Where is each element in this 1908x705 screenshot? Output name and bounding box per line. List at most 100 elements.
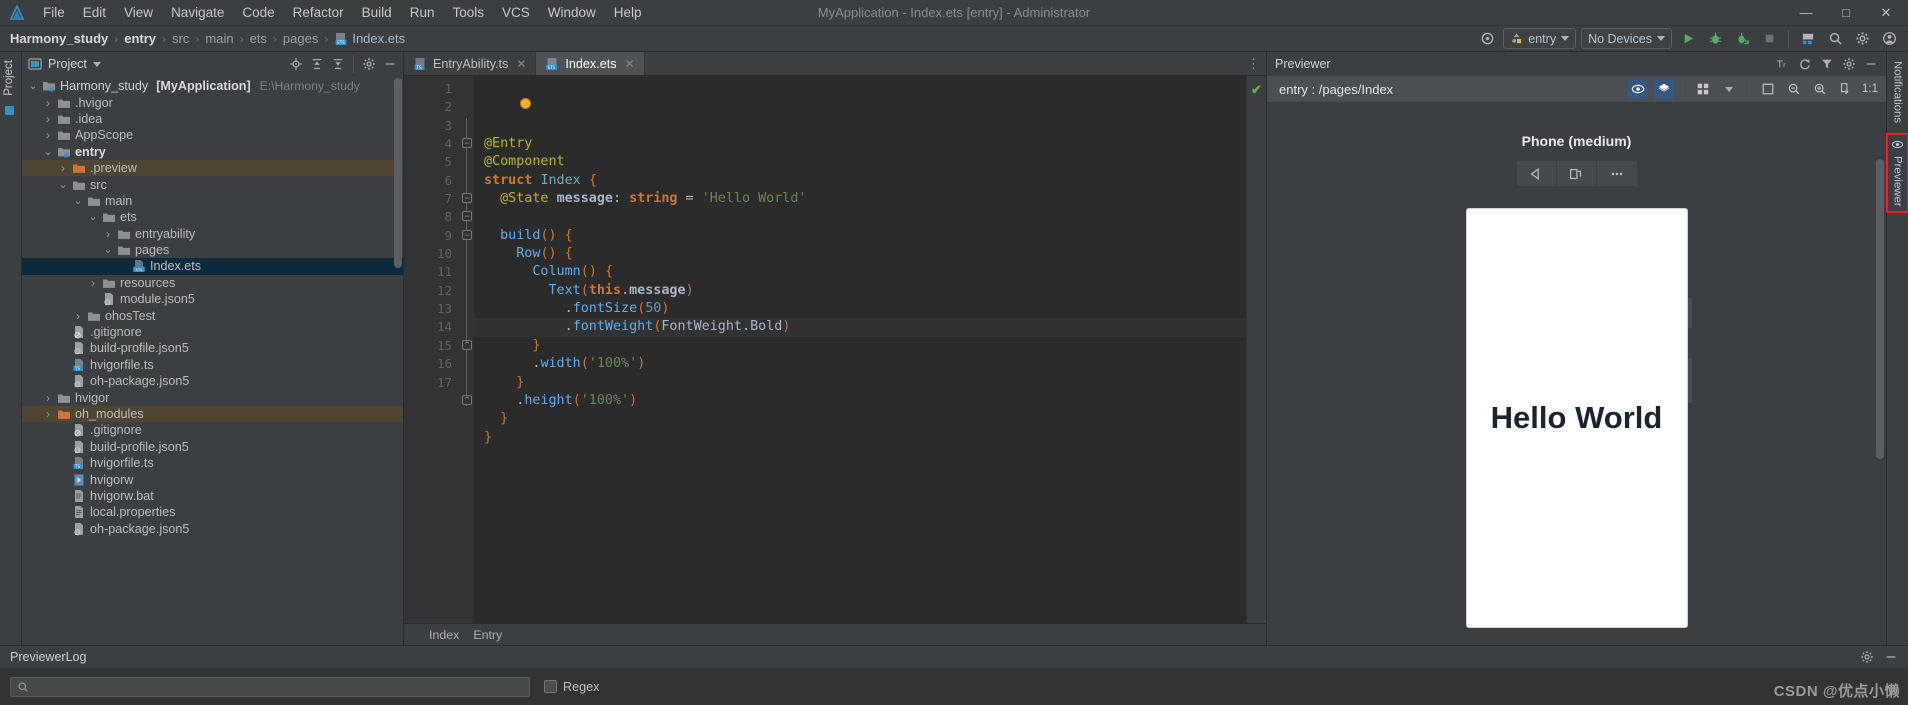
tree-node-module-json5[interactable]: {} module.json5 (22, 291, 403, 307)
notifications-tab[interactable]: Notifications (1887, 52, 1908, 128)
tree-node-harmony-study[interactable]: ⌄ Harmony_study [MyApplication] E:\Harmony_… (22, 78, 403, 94)
breadcrumb-item-main[interactable]: main (201, 30, 237, 47)
gear-icon[interactable] (360, 55, 378, 73)
maximize-button[interactable]: □ (1826, 0, 1866, 25)
tree-node-build-profile-json5[interactable]: {} build-profile.json5 (22, 439, 403, 455)
chevron-down-icon[interactable]: ⌄ (58, 179, 68, 190)
menu-tools[interactable]: Tools (443, 2, 493, 23)
chevron-right-icon[interactable]: › (103, 226, 113, 242)
more-options-icon[interactable]: ⋮ (1247, 57, 1260, 70)
status-breadcrumb-index[interactable]: Index (424, 627, 464, 643)
intention-bulb-icon[interactable] (520, 98, 531, 109)
hide-panel-icon[interactable] (1862, 55, 1880, 73)
rotate-icon[interactable] (1836, 80, 1856, 99)
close-button[interactable]: ✕ (1866, 0, 1906, 25)
device-selector[interactable]: No Devices (1581, 28, 1672, 49)
run-config-selector[interactable]: entry (1503, 28, 1577, 49)
hide-panel-icon[interactable] (1882, 648, 1900, 666)
tab-index[interactable]: ETS Index.ets ✕ (536, 52, 645, 75)
chevron-right-icon[interactable]: › (43, 127, 53, 143)
tree-node-ets[interactable]: ⌄ ets (22, 209, 403, 225)
filter-icon[interactable] (1818, 55, 1836, 73)
fold-toggle-column[interactable]: − (462, 230, 472, 240)
close-icon[interactable]: ✕ (625, 57, 635, 71)
gear-icon[interactable] (1858, 648, 1876, 666)
menu-file[interactable]: File (34, 2, 74, 23)
tree-node-main[interactable]: ⌄ main (22, 193, 403, 209)
chevron-down-icon[interactable]: ⌄ (43, 146, 53, 157)
tree-node-src[interactable]: ⌄ src (22, 176, 403, 192)
breadcrumb-item-entry[interactable]: entry (120, 30, 160, 47)
close-icon[interactable]: ✕ (516, 57, 526, 71)
regex-checkbox[interactable] (544, 680, 557, 693)
hide-panel-icon[interactable] (381, 55, 399, 73)
menu-view[interactable]: View (115, 2, 162, 23)
chevron-right-icon[interactable]: › (73, 308, 83, 324)
chevron-down-icon[interactable]: ⌄ (103, 245, 113, 256)
structure-icon[interactable] (4, 105, 14, 115)
tree-node-appscope[interactable]: › AppScope (22, 127, 403, 143)
code-content[interactable]: @Entry @Component struct Index { @State me… (474, 76, 1246, 623)
tree-node-hvigor[interactable]: › .hvigor (22, 94, 403, 110)
menu-run[interactable]: Run (401, 2, 444, 23)
inspector-icon[interactable] (1628, 79, 1648, 99)
previewer-tab[interactable]: Previewer (1886, 133, 1908, 213)
menu-navigate[interactable]: Navigate (162, 2, 233, 23)
zoom-out-icon[interactable] (1784, 80, 1804, 99)
fold-end-column[interactable]: ⌃ (462, 340, 472, 350)
tree-scrollbar[interactable] (394, 78, 402, 268)
inspection-strip[interactable]: ✔ (1246, 76, 1266, 623)
tree-node-hvigorw[interactable]: hvigorw (22, 471, 403, 487)
back-icon[interactable] (1516, 161, 1557, 186)
breadcrumb-item-pages[interactable]: pages (279, 30, 322, 47)
chevron-right-icon[interactable]: › (43, 95, 53, 111)
chevron-right-icon[interactable]: › (43, 111, 53, 127)
tree-node-oh-package-json5[interactable]: {} oh-package.json5 (22, 373, 403, 389)
chevron-right-icon[interactable]: › (43, 406, 53, 422)
breadcrumb-item-project[interactable]: Harmony_study (6, 30, 112, 47)
layers-icon[interactable] (1654, 79, 1674, 99)
profile-button[interactable] (1731, 29, 1753, 49)
breadcrumb-item-ets[interactable]: ets (246, 30, 271, 47)
tree-node-preview[interactable]: › .preview (22, 159, 403, 177)
fold-toggle-row[interactable]: − (462, 211, 472, 221)
menu-edit[interactable]: Edit (74, 2, 115, 23)
tree-node-oh-package-json5[interactable]: {} oh-package.json5 (22, 521, 403, 537)
expand-all-icon[interactable] (308, 55, 326, 73)
tree-node-entry[interactable]: ⌄ entry (22, 144, 403, 160)
menu-vcs[interactable]: VCS (493, 2, 539, 23)
tree-node-hvigorfile-ts[interactable]: TS hvigorfile.ts (22, 357, 403, 373)
chevron-right-icon[interactable]: › (58, 160, 68, 176)
gear-icon[interactable] (1840, 55, 1858, 73)
more-icon[interactable] (1596, 161, 1637, 186)
fold-toggle-struct[interactable]: − (462, 138, 472, 148)
tree-node-hvigorw-bat[interactable]: hvigorw.bat (22, 488, 403, 504)
tree-node-idea[interactable]: › .idea (22, 111, 403, 127)
tree-node-entryability[interactable]: › entryability (22, 226, 403, 242)
chevron-down-icon[interactable] (92, 61, 101, 67)
breadcrumb-item-src[interactable]: src (168, 30, 193, 47)
search-icon[interactable] (1824, 29, 1846, 49)
menu-help[interactable]: Help (605, 2, 651, 23)
chevron-down-icon[interactable]: ⌄ (73, 195, 83, 206)
menu-window[interactable]: Window (539, 2, 605, 23)
previewer-scrollbar[interactable] (1876, 159, 1884, 459)
debug-button[interactable] (1704, 29, 1726, 49)
tree-node-resources[interactable]: › resources (22, 275, 403, 291)
tree-node-build-profile-json5[interactable]: {} build-profile.json5 (22, 340, 403, 356)
menu-code[interactable]: Code (233, 2, 283, 23)
fold-toggle-build[interactable]: − (462, 193, 472, 203)
tab-entryability[interactable]: TS EntryAbility.ts ✕ (404, 52, 537, 75)
tree-node-pages[interactable]: ⌄ pages (22, 242, 403, 258)
run-button[interactable] (1677, 29, 1699, 49)
tree-node-hvigor[interactable]: › hvigor (22, 389, 403, 405)
text-settings-icon[interactable]: Tr (1774, 55, 1792, 73)
menu-build[interactable]: Build (353, 2, 401, 23)
stop-button[interactable] (1758, 29, 1780, 49)
sidebar-tab-project[interactable]: Project (3, 56, 15, 100)
zoom-in-icon[interactable] (1810, 80, 1830, 99)
chevron-down-icon[interactable]: ⌄ (28, 81, 38, 92)
locate-icon[interactable] (287, 55, 305, 73)
chevron-down-icon[interactable] (1719, 80, 1739, 99)
multitask-icon[interactable] (1556, 161, 1597, 186)
